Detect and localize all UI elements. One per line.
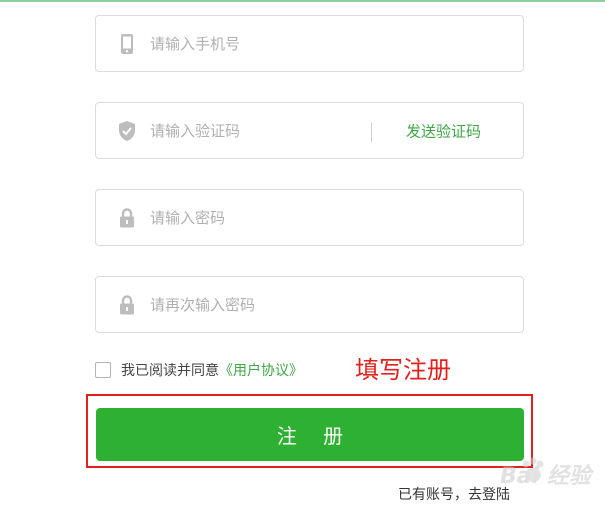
password-input[interactable] <box>150 203 380 232</box>
field-separator <box>371 123 372 142</box>
top-divider <box>0 0 605 2</box>
annotation-label: 填写注册 <box>355 356 451 384</box>
phone-field[interactable] <box>95 15 524 72</box>
agreement-checkbox[interactable] <box>95 362 111 378</box>
register-button[interactable]: 注 册 <box>96 408 524 461</box>
send-code-button[interactable]: 发送验证码 <box>406 120 481 141</box>
confirm-password-input[interactable] <box>150 290 380 319</box>
phone-input[interactable] <box>150 29 380 58</box>
user-agreement-link[interactable]: 《用户协议》 <box>219 360 303 380</box>
watermark-text: Bai 经验 <box>500 464 591 489</box>
agreement-row: 我已阅读并同意 《用户协议》 <box>95 359 303 381</box>
lock-icon <box>120 207 134 227</box>
shield-icon <box>119 120 135 141</box>
login-row: 已有账号，去登陆 <box>398 484 510 504</box>
lock-icon <box>120 294 134 314</box>
verification-code-field[interactable]: 发送验证码 <box>95 102 524 159</box>
verification-code-input[interactable] <box>150 116 350 145</box>
login-link[interactable]: 已有账号，去登陆 <box>398 487 510 503</box>
password-field[interactable] <box>95 189 524 246</box>
phone-icon <box>121 33 133 54</box>
agreement-text: 我已阅读并同意 <box>121 363 219 379</box>
confirm-password-field[interactable] <box>95 276 524 333</box>
